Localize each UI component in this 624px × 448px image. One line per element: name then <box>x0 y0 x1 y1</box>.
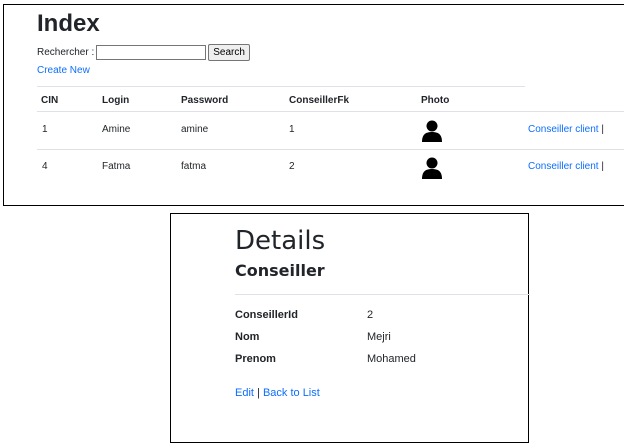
field-label-prenom: Prenom <box>235 353 276 365</box>
conseiller-client-link[interactable]: Conseiller client | <box>528 161 604 172</box>
field-value-conseillerid: 2 <box>367 309 374 321</box>
column-header-conseillerfk: ConseillerFk <box>289 95 350 106</box>
screenshot-stage: Index Rechercher : Search Create New CIN… <box>0 0 624 448</box>
details-subtitle: Conseiller <box>235 261 325 280</box>
search-form: Rechercher : Search <box>37 44 250 61</box>
cell-cin: 4 <box>42 161 48 172</box>
search-label: Rechercher : <box>37 47 95 58</box>
column-header-password: Password <box>181 95 229 106</box>
row-divider <box>37 111 624 112</box>
cell-login: Amine <box>102 124 131 135</box>
search-button[interactable]: Search <box>208 44 250 61</box>
user-silhouette-icon <box>422 157 442 179</box>
field-value-prenom: Mohamed <box>367 353 416 365</box>
column-header-photo: Photo <box>421 95 450 106</box>
column-header-login: Login <box>102 95 130 106</box>
action-separator: | <box>601 124 604 135</box>
back-to-list-link[interactable]: Back to List <box>263 387 320 399</box>
field-value-nom: Mejri <box>367 331 391 343</box>
search-input[interactable] <box>96 45 207 60</box>
details-panel: Details Conseiller ConseillerId 2 Nom Me… <box>170 213 530 443</box>
cell-conseillerfk: 2 <box>289 161 295 172</box>
index-panel: Index Rechercher : Search Create New CIN… <box>3 4 624 206</box>
cell-password: fatma <box>181 161 207 172</box>
edit-link[interactable]: Edit <box>235 387 254 399</box>
conseiller-client-label[interactable]: Conseiller client <box>528 124 599 135</box>
page-title: Index <box>37 10 100 37</box>
field-label-conseillerid: ConseillerId <box>235 309 298 321</box>
field-label-nom: Nom <box>235 331 260 343</box>
cell-password: amine <box>181 124 209 135</box>
header-divider <box>37 86 525 87</box>
conseiller-client-label[interactable]: Conseiller client <box>528 161 599 172</box>
cell-conseillerfk: 1 <box>289 124 295 135</box>
link-separator: | <box>257 387 260 399</box>
cell-cin: 1 <box>42 124 48 135</box>
column-header-cin: CIN <box>41 95 59 106</box>
user-silhouette-icon <box>422 120 442 142</box>
details-title: Details <box>235 226 326 256</box>
create-new-link[interactable]: Create New <box>37 65 90 76</box>
row-divider <box>37 149 624 150</box>
details-divider <box>235 294 530 295</box>
conseiller-client-link[interactable]: Conseiller client | <box>528 124 604 135</box>
action-separator: | <box>601 161 604 172</box>
cell-login: Fatma <box>102 161 131 172</box>
details-actions: Edit | Back to List <box>235 387 320 399</box>
